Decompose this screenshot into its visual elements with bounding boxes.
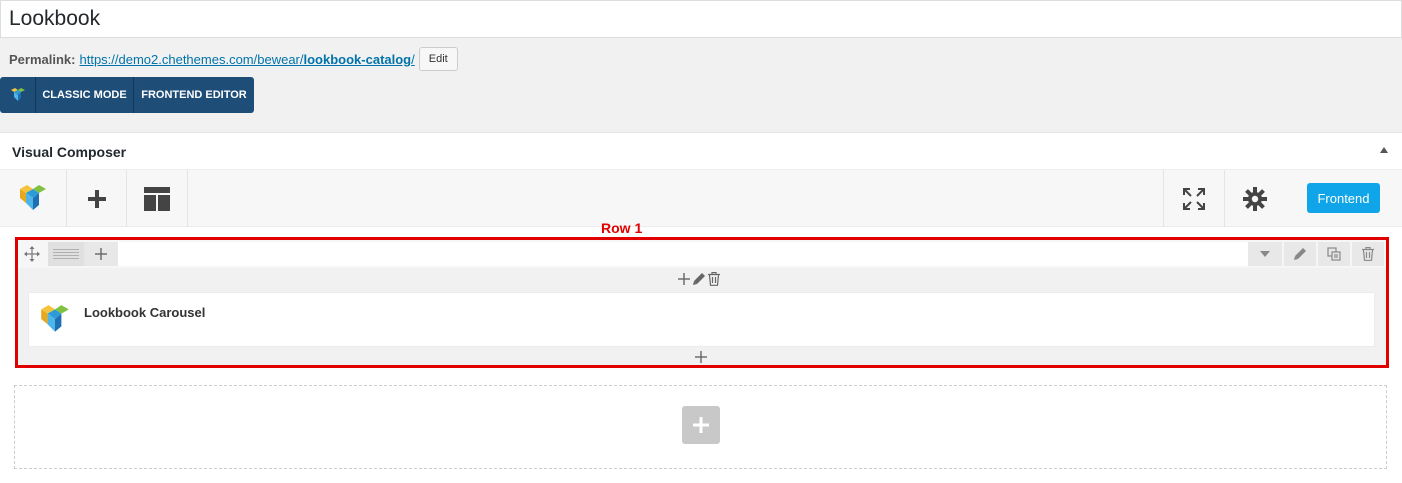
plus-icon: [95, 248, 107, 260]
add-block-button[interactable]: [682, 406, 720, 444]
row-edit-button[interactable]: [1284, 242, 1316, 266]
vc-logo-icon: [20, 184, 46, 210]
trash-icon: [1362, 247, 1374, 261]
vc-panel-title: Visual Composer: [12, 144, 127, 160]
settings-button[interactable]: [1224, 170, 1285, 227]
row-layout-icon: [53, 249, 79, 259]
column-controls: [678, 269, 720, 289]
collapse-toggle-icon[interactable]: [1380, 147, 1388, 153]
permalink-url-prefix: https://demo2.chethemes.com/bewear/: [79, 51, 304, 67]
plus-icon: [695, 351, 707, 363]
vc-toolbar: Frontend: [0, 170, 1402, 227]
row-move-handle[interactable]: [20, 242, 44, 266]
frontend-editor-button[interactable]: FRONTEND EDITOR: [134, 77, 254, 113]
gear-icon: [1243, 186, 1267, 211]
permalink-label: Permalink:: [9, 51, 76, 67]
plus-icon[interactable]: [678, 273, 690, 285]
add-element-button[interactable]: [67, 170, 127, 227]
permalink-edit-button[interactable]: Edit: [418, 47, 458, 71]
plus-icon: [693, 417, 709, 433]
element-name: Lookbook Carousel: [84, 305, 206, 320]
row-layout-button[interactable]: [48, 242, 84, 266]
row-add-column-button[interactable]: [84, 242, 118, 266]
clone-icon: [1327, 247, 1341, 261]
row-header-bar: [118, 242, 1248, 266]
vc-main-logo-button[interactable]: [0, 170, 67, 227]
row-container: Lookbook Carousel: [15, 237, 1389, 368]
lookbook-carousel-element[interactable]: Lookbook Carousel: [28, 292, 1375, 347]
move-icon: [24, 246, 40, 262]
permalink-url-suffix: /: [411, 51, 415, 67]
permalink-row: Permalink: https://demo2.chethemes.com/b…: [9, 47, 458, 71]
permalink-slug: lookbook-catalog: [303, 51, 412, 67]
post-title-input[interactable]: [1, 1, 1401, 37]
frontend-button[interactable]: Frontend: [1307, 183, 1380, 213]
vc-logo-icon: [10, 88, 25, 101]
layout-icon: [144, 186, 170, 211]
row-toggle-button[interactable]: [1248, 242, 1282, 266]
empty-add-row: [14, 385, 1387, 469]
row-clone-button[interactable]: [1318, 242, 1350, 266]
post-title-box: [0, 0, 1402, 38]
vc-logo-icon: [39, 303, 71, 342]
vc-logo-button[interactable]: [0, 77, 36, 113]
trash-icon[interactable]: [708, 272, 720, 286]
row-annotation-label: Row 1: [601, 220, 643, 236]
templates-button[interactable]: [127, 170, 188, 227]
row-delete-button[interactable]: [1352, 242, 1384, 266]
add-element-to-column-button[interactable]: [695, 350, 707, 368]
editor-mode-bar: CLASSIC MODE FRONTEND EDITOR: [0, 77, 254, 113]
vc-panel-header: Visual Composer: [0, 133, 1402, 170]
plus-icon: [87, 189, 106, 208]
permalink-link[interactable]: https://demo2.chethemes.com/bewear/lookb…: [79, 52, 414, 67]
row-column: Lookbook Carousel: [18, 268, 1386, 365]
pencil-icon[interactable]: [692, 272, 706, 286]
classic-mode-button[interactable]: CLASSIC MODE: [36, 77, 134, 113]
pencil-icon: [1294, 248, 1306, 260]
fullscreen-icon: [1183, 187, 1205, 210]
row-controls: [18, 240, 1386, 268]
fullscreen-button[interactable]: [1163, 170, 1224, 227]
chevron-down-icon: [1260, 251, 1270, 257]
